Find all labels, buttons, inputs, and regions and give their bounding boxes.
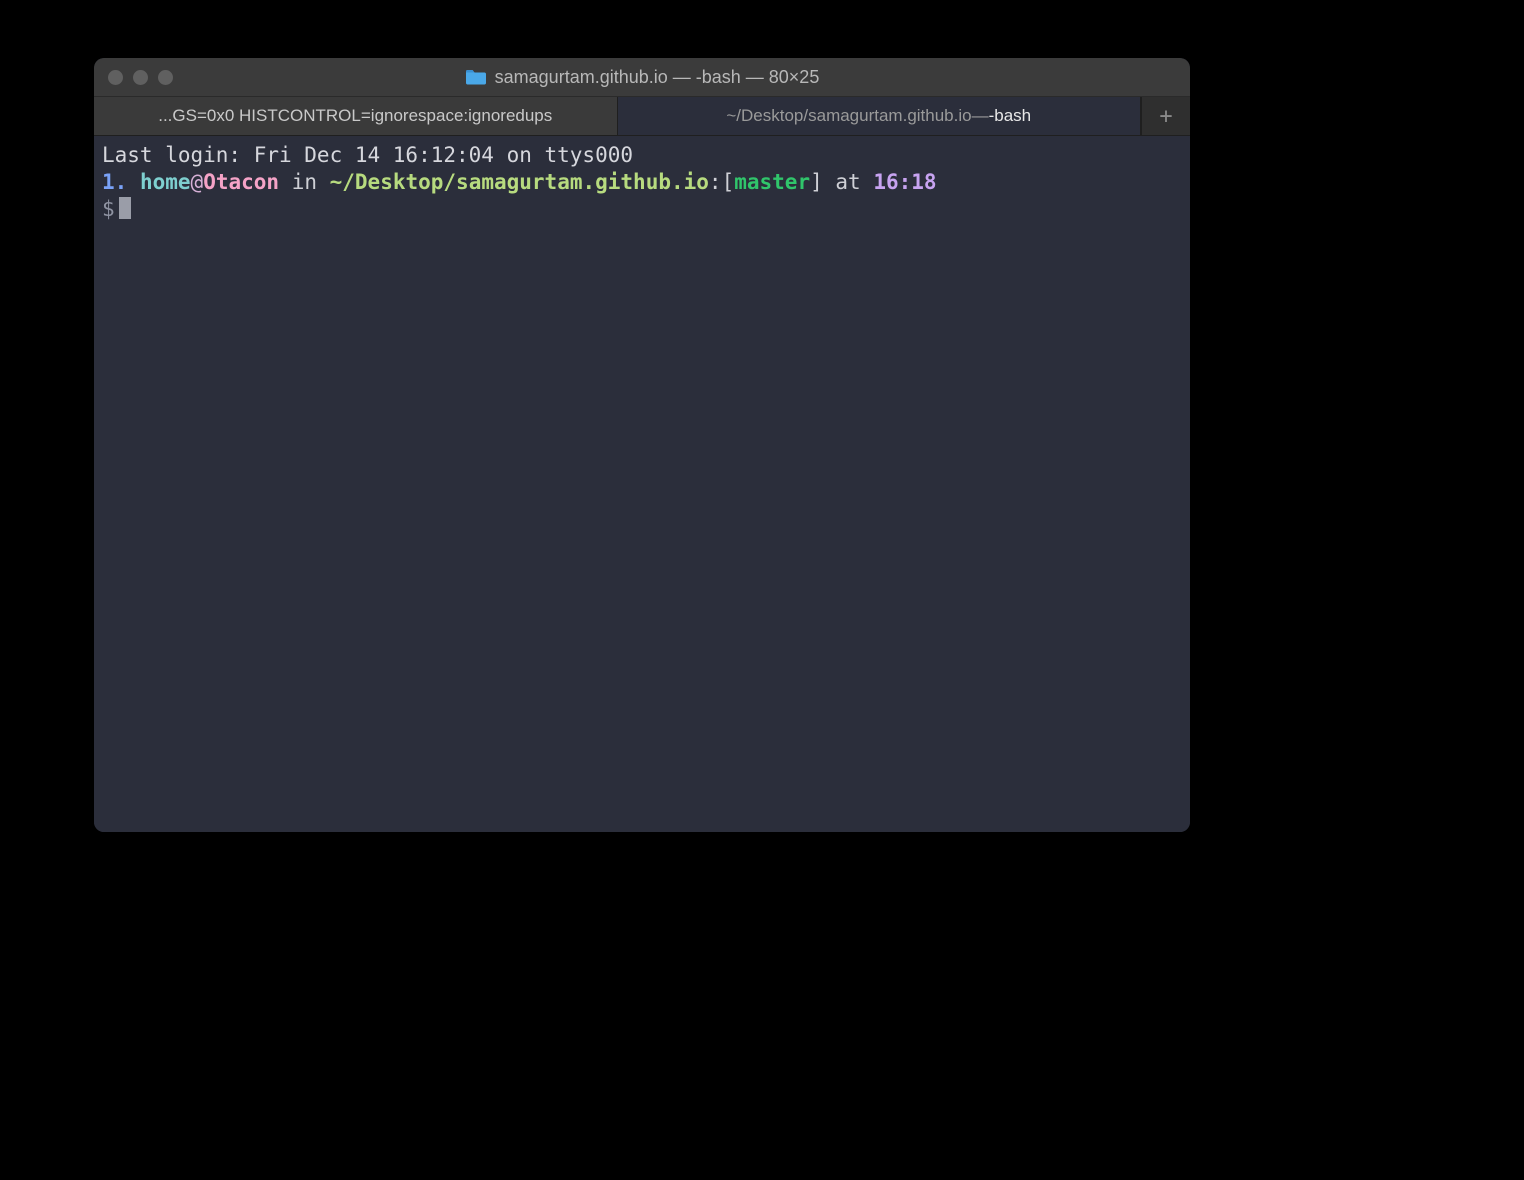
last-login-line: Last login: Fri Dec 14 16:12:04 on ttys0…: [102, 143, 633, 167]
titlebar[interactable]: samagurtam.github.io — -bash — 80×25: [94, 58, 1190, 97]
prompt-rbr: ]: [810, 170, 823, 194]
prompt-host: Otacon: [203, 170, 279, 194]
terminal-body[interactable]: Last login: Fri Dec 14 16:12:04 on ttys0…: [94, 136, 1190, 832]
tab-1-label: ...GS=0x0 HISTCONTROL=ignorespace:ignore…: [158, 106, 552, 126]
cursor-icon: [119, 197, 131, 219]
window-title-text: samagurtam.github.io — -bash — 80×25: [495, 67, 820, 88]
prompt-in: in: [279, 170, 330, 194]
window-title: samagurtam.github.io — -bash — 80×25: [94, 67, 1190, 88]
folder-icon: [465, 68, 487, 86]
prompt-dollar: $: [102, 197, 115, 221]
window-controls: [94, 70, 173, 85]
prompt-user: home: [140, 170, 191, 194]
tab-1[interactable]: ...GS=0x0 HISTCONTROL=ignorespace:ignore…: [94, 97, 618, 135]
prompt-at-word: at: [823, 170, 874, 194]
prompt-path: ~/Desktop/samagurtam.github.io: [330, 170, 709, 194]
plus-icon: +: [1159, 104, 1172, 129]
close-icon[interactable]: [108, 70, 123, 85]
prompt-time: 16:18: [873, 170, 936, 194]
tab-bar: ...GS=0x0 HISTCONTROL=ignorespace:ignore…: [94, 97, 1190, 136]
prompt-num: 1.: [102, 170, 127, 194]
prompt-at: @: [191, 170, 204, 194]
prompt-colon: :: [709, 170, 722, 194]
minimize-icon[interactable]: [133, 70, 148, 85]
terminal-window: samagurtam.github.io — -bash — 80×25 ...…: [94, 58, 1190, 832]
zoom-icon[interactable]: [158, 70, 173, 85]
new-tab-button[interactable]: +: [1141, 97, 1190, 135]
prompt-lbr: [: [722, 170, 735, 194]
tab-2-sep: —: [972, 106, 989, 126]
tab-2-path: ~/Desktop/samagurtam.github.io: [726, 106, 971, 126]
tab-2[interactable]: ~/Desktop/samagurtam.github.io — -bash: [618, 97, 1142, 135]
tab-2-proc: -bash: [989, 106, 1032, 126]
prompt-branch: master: [734, 170, 810, 194]
